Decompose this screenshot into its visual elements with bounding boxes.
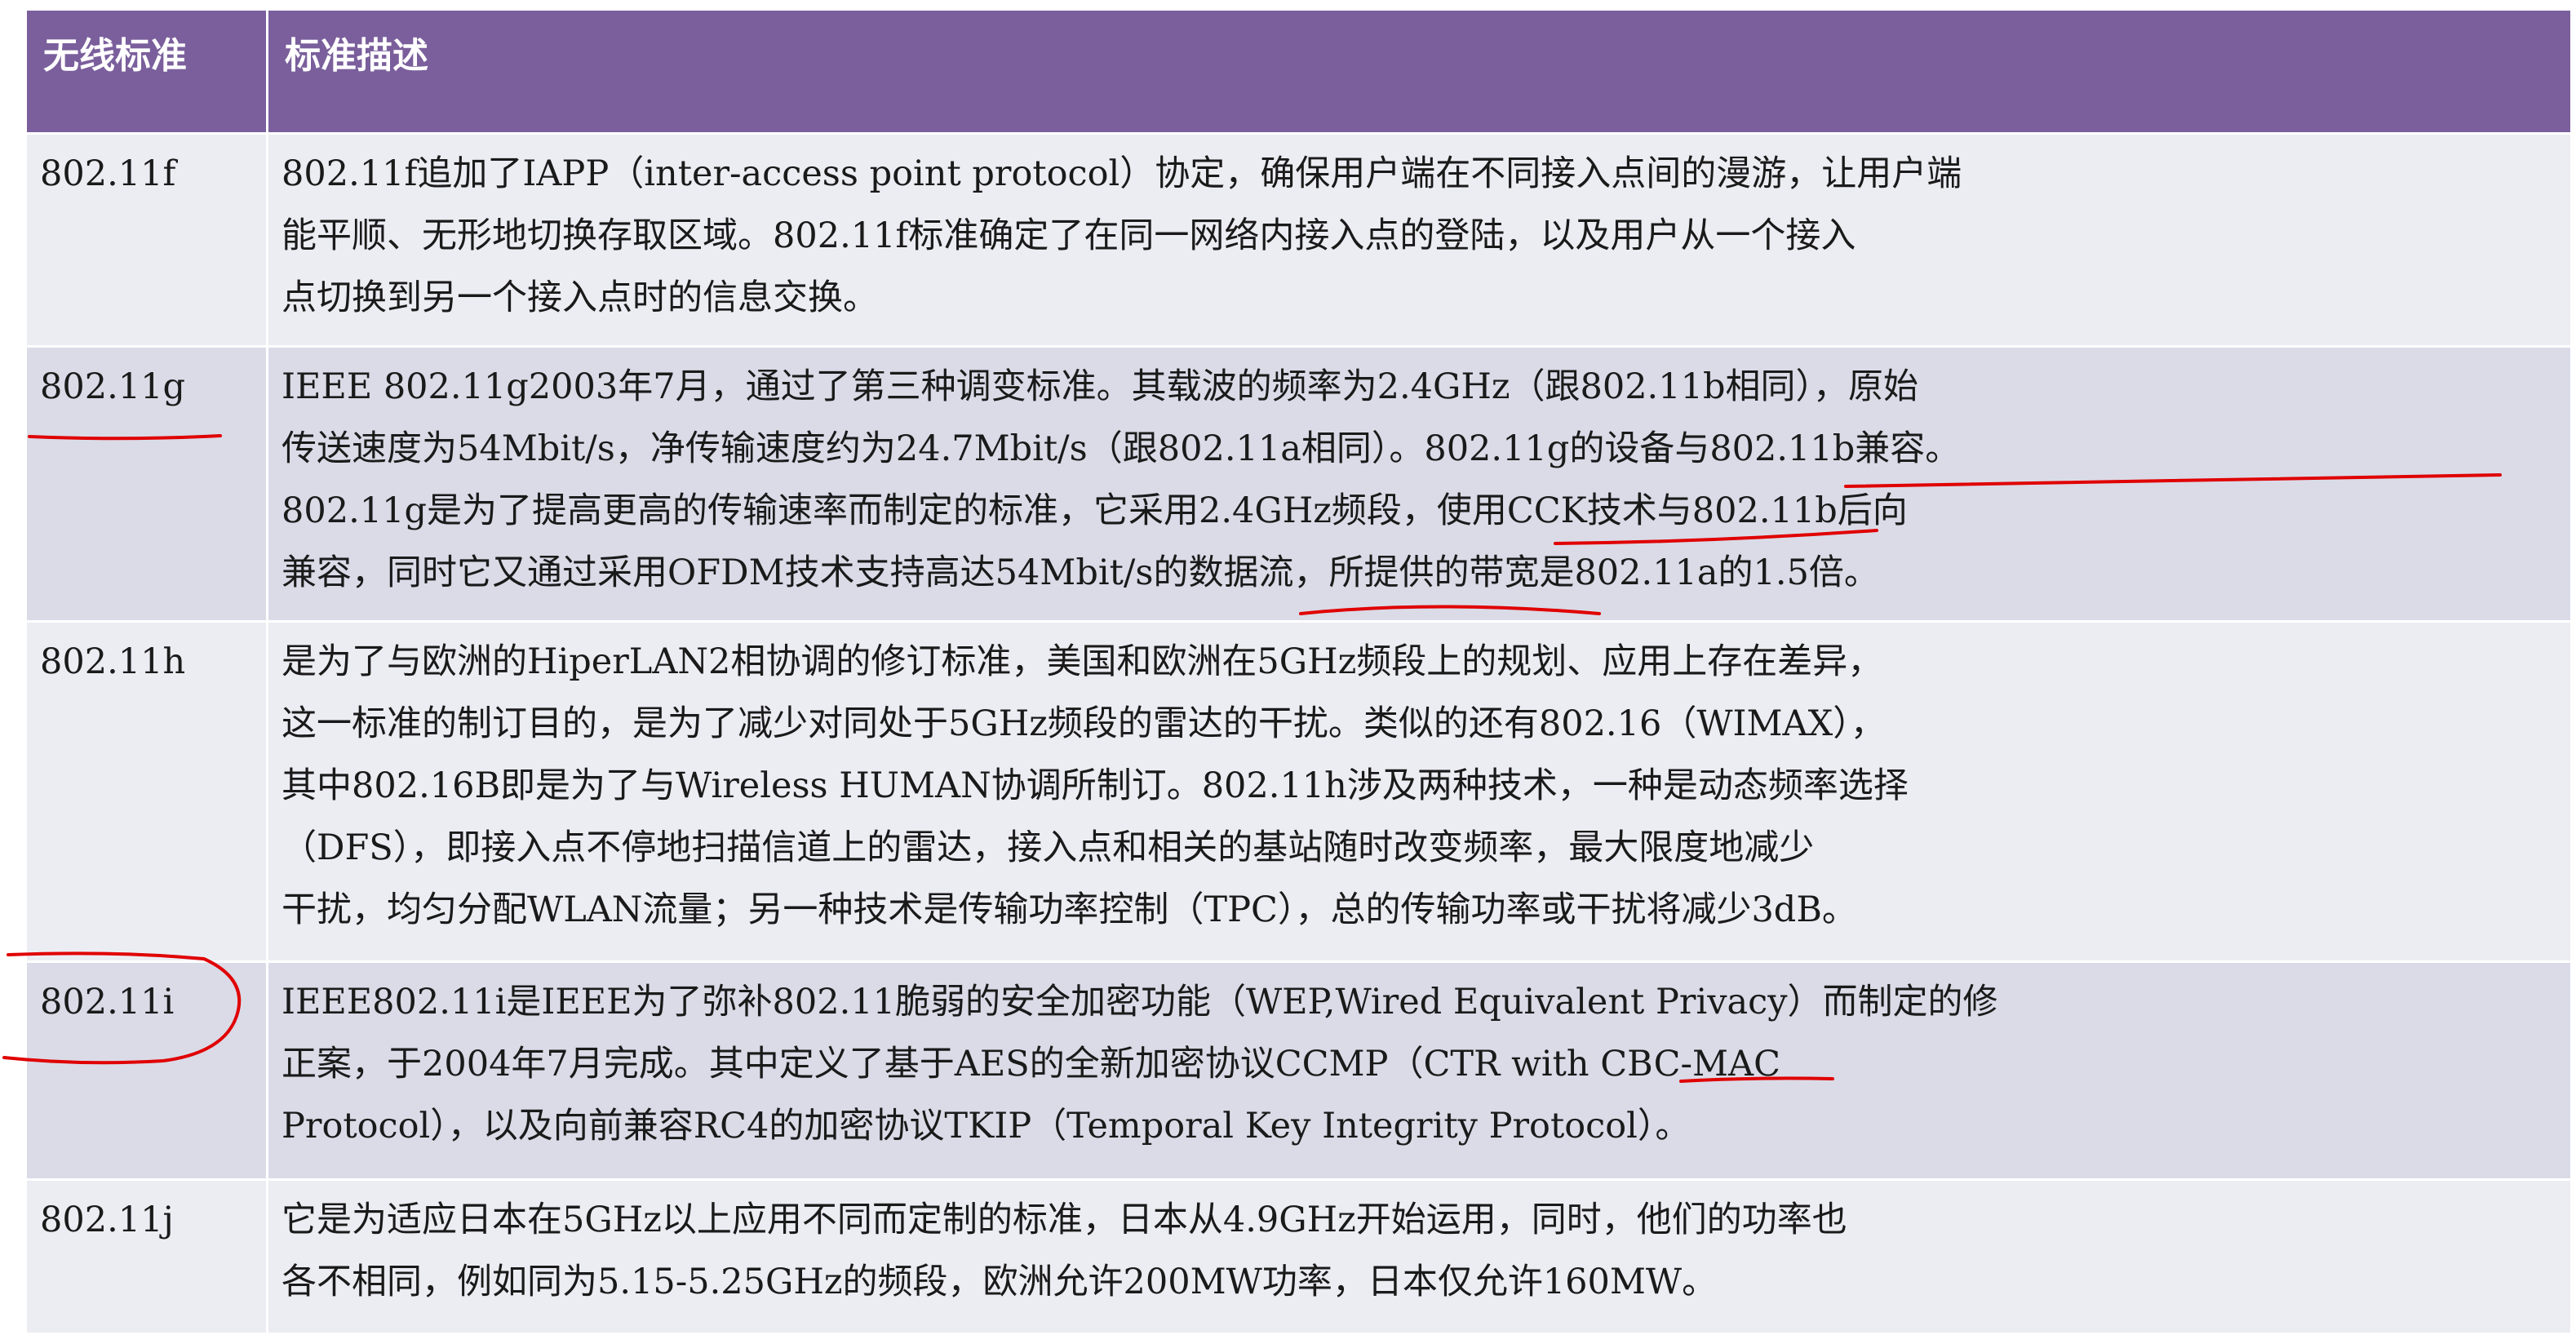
table-row: 802.11j 它是为适应日本在5GHz以上应用不同而定制的标准，日本从4.9G…	[24, 1178, 2573, 1335]
standard-description: 802.11f追加了IAPP（inter-access point protoc…	[266, 132, 2573, 348]
slide: 无线标准 标准描述 802.11f 802.11f追加了IAPP（inter-a…	[0, 0, 2576, 1335]
table-row: 802.11f 802.11f追加了IAPP（inter-access poin…	[24, 132, 2573, 348]
standard-description: 它是为适应日本在5GHz以上应用不同而定制的标准，日本从4.9GHz开始运用，同…	[266, 1178, 2573, 1335]
standard-description: IEEE802.11i是IEEE为了弥补802.11脆弱的安全加密功能（WEP,…	[266, 960, 2573, 1181]
standard-description: IEEE 802.11g2003年7月，通过了第三种调变标准。其载波的频率为2.…	[266, 345, 2573, 623]
table-row: 802.11h 是为了与欧洲的HiperLAN2相协调的修订标准，美国和欧洲在5…	[24, 620, 2573, 963]
header-standard: 无线标准	[24, 8, 268, 135]
table-header-row: 无线标准 标准描述	[24, 8, 2573, 135]
standard-name: 802.11f	[24, 132, 268, 348]
header-description: 标准描述	[266, 8, 2573, 135]
table-row: 802.11g IEEE 802.11g2003年7月，通过了第三种调变标准。其…	[24, 345, 2573, 623]
standard-name: 802.11i	[24, 960, 268, 1181]
table-row: 802.11i IEEE802.11i是IEEE为了弥补802.11脆弱的安全加…	[24, 960, 2573, 1181]
standard-name: 802.11h	[24, 620, 268, 963]
standard-name: 802.11g	[24, 345, 268, 623]
wireless-standards-table: 无线标准 标准描述 802.11f 802.11f追加了IAPP（inter-a…	[24, 8, 2573, 1335]
standard-description: 是为了与欧洲的HiperLAN2相协调的修订标准，美国和欧洲在5GHz频段上的规…	[266, 620, 2573, 963]
standard-name: 802.11j	[24, 1178, 268, 1335]
